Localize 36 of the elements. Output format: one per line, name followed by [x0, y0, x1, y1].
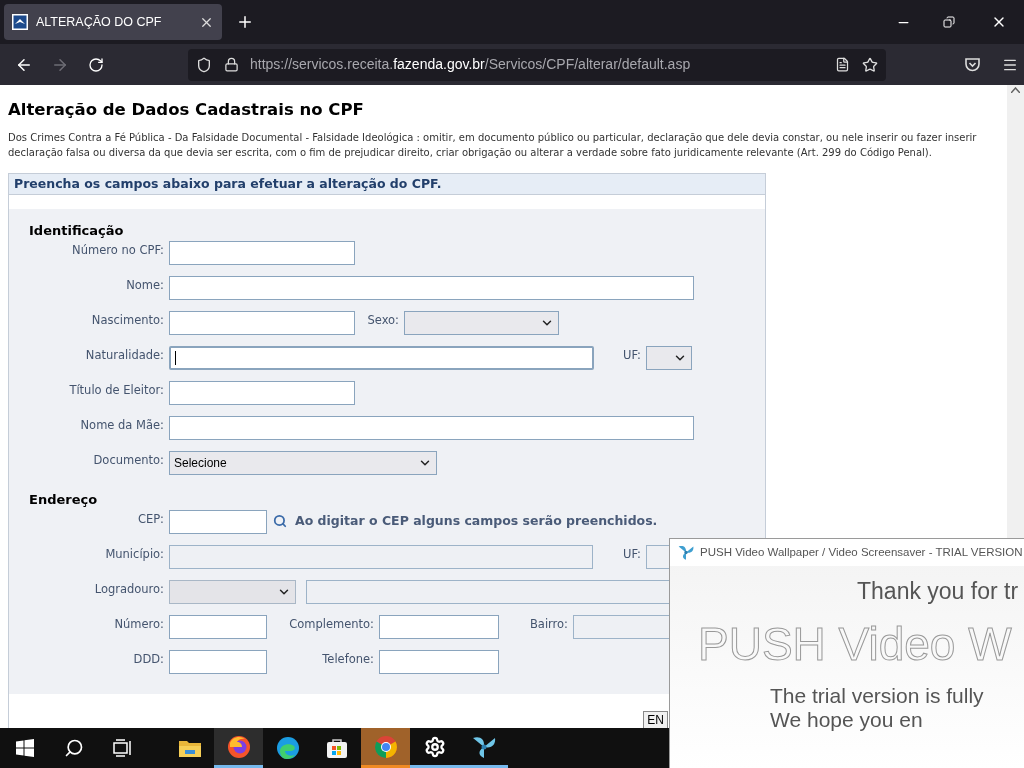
field-label: CEP: — [137, 511, 164, 526]
window-title: PUSH Video Wallpaper / Video Screensaver - TRIAL VERSION — [700, 544, 1023, 560]
field-label: Telefone: — [322, 651, 374, 666]
field-label: Número no CPF: — [72, 242, 164, 257]
field-label: Município: — [105, 546, 164, 561]
field-label: Nome: — [126, 277, 164, 292]
field-label: Sexo: — [367, 312, 399, 327]
logo-text: PUSH Video W — [698, 618, 1013, 670]
tab-title: ALTERAÇÃO DO CPF — [36, 13, 163, 31]
select-value: Selecione — [174, 455, 227, 472]
field-label: Logradouro: — [94, 581, 164, 596]
field-label: Nome da Mãe: — [80, 417, 164, 432]
address-bar[interactable]: https://servicos.receita.fazenda.gov.br/Servicos/CPF/alterar/default.asp — [188, 48, 886, 81]
field-label: UF: — [623, 546, 641, 561]
field-label: Título de Eleitor: — [69, 382, 164, 397]
panel-title: Preencha os campos abaixo para efetuar a alteração do CPF. — [14, 174, 442, 193]
field-label: Nascimento: — [91, 312, 164, 327]
field-label: Documento: — [93, 452, 164, 467]
section-heading: Endereço — [29, 492, 99, 508]
field-label: Número: — [114, 616, 164, 631]
select-field[interactable]: Selecione — [169, 451, 437, 475]
page-title: Alteração de Dados Cadastrais no CPF — [8, 99, 365, 121]
browser-tab[interactable]: ALTERAÇÃO DO CPF — [4, 4, 222, 40]
field-label: UF: — [623, 347, 641, 362]
section-heading: Identificação — [29, 223, 125, 239]
field-label: Bairro: — [529, 616, 568, 631]
url-text: https://servicos.receita.fazenda.gov.br/Servicos/CPF/alterar/default.asp — [250, 55, 691, 74]
thanks-text: Thank you for tr — [857, 577, 1020, 606]
submit-button[interactable]: EN — [643, 711, 668, 728]
field-label: Complemento: — [289, 616, 374, 631]
trial-message: The trial version is fully — [770, 684, 985, 708]
trial-message: We hope you en — [770, 708, 924, 732]
legal-notice: Dos Crimes Contra a Fé Pública - Da Falsidade Documental - Falsidade Ideológica : omitir, em documento público ou particular, declaração que dele devia constar, ou nele inserir ou fazer inserir declaração falsa ou diversa da que devia ser escrita, com o fim de prejudicar direito, criar obrigação ou alterar a verdade sobre fato juridicamente relevante (Art. 299 do Código Penal). — [8, 131, 978, 160]
cep-hint: Ao digitar o CEP alguns campos serão preenchidos. — [295, 512, 658, 530]
field-label: Naturalidade: — [85, 347, 164, 362]
field-label: DDD: — [133, 651, 164, 666]
